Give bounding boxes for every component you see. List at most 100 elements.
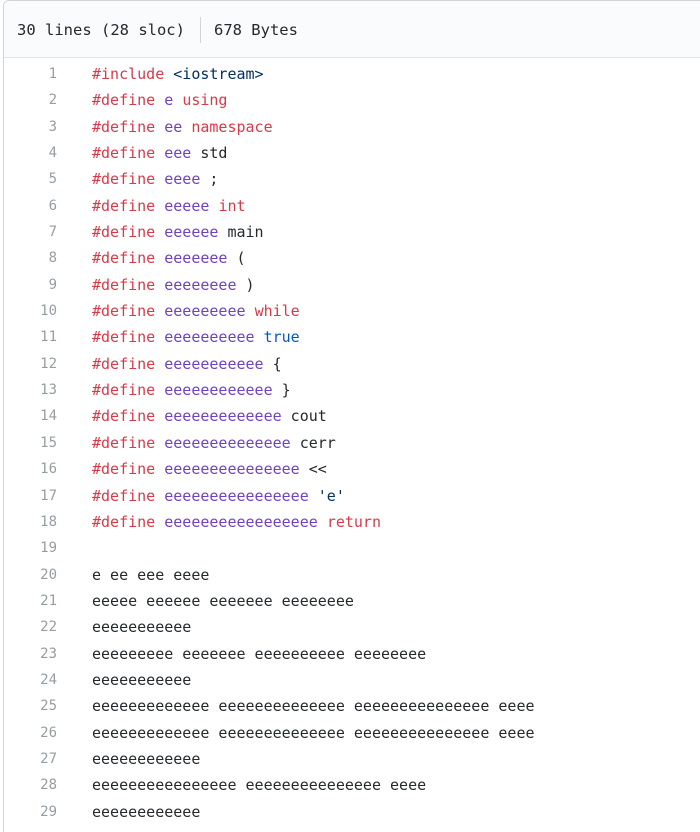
- code-token: cerr: [290, 433, 336, 452]
- line-code: eeeee eeeeee eeeeeee eeeeeeee: [92, 588, 354, 614]
- line-number[interactable]: 11: [4, 324, 57, 350]
- code-token: ee: [164, 117, 183, 136]
- line-number[interactable]: 7: [4, 219, 57, 245]
- code-token: #define: [92, 433, 156, 452]
- line-number[interactable]: 27: [4, 746, 57, 772]
- line-number[interactable]: 12: [4, 351, 57, 377]
- line-number[interactable]: 14: [4, 403, 57, 429]
- code-token: }: [272, 381, 291, 400]
- line-code: #define eeeeeeeeee true: [92, 324, 300, 350]
- line-number[interactable]: 24: [4, 667, 57, 693]
- code-token: while: [254, 302, 300, 321]
- line-code: #define eeeeeeeeeeeeeee <<: [92, 456, 327, 482]
- file-viewer: 30 lines (28 sloc) 678 Bytes 1 #include <…: [3, 0, 700, 832]
- code-line: 8 #define eeeeeee (: [4, 245, 700, 271]
- line-number[interactable]: 8: [4, 245, 57, 271]
- code-line: 27 eeeeeeeeeeee: [4, 746, 700, 772]
- file-info: 30 lines (28 sloc) 678 Bytes: [17, 17, 298, 43]
- code-token: eeeeeeeeee: [164, 328, 255, 347]
- line-number[interactable]: 10: [4, 298, 57, 324]
- line-code: #define eeeeeeeeeeeee cout: [92, 403, 327, 429]
- line-number[interactable]: 18: [4, 509, 57, 535]
- code-token: {: [263, 354, 282, 373]
- line-code: eeeeeeeeeeeeeeee eeeeeeeeeeeeeee eeee: [92, 772, 426, 798]
- file-size-label: 678 Bytes: [213, 21, 298, 39]
- line-number[interactable]: 1: [4, 61, 57, 87]
- line-number[interactable]: 29: [4, 799, 57, 825]
- code-line: 16 #define eeeeeeeeeeeeeee <<: [4, 456, 700, 482]
- line-number[interactable]: 3: [4, 114, 57, 140]
- code-token: eeeeeeeeeeeeeeee eeeeeeeeeeeeeee eeee: [92, 776, 427, 795]
- code-token: eeeeeeeeeeeee eeeeeeeeeeeeee eeeeeeeeeee…: [92, 697, 535, 716]
- line-code: #define eeeeeeeeeeeeeeeee return: [92, 509, 381, 535]
- line-code: eeeeeeeee eeeeeee eeeeeeeeee eeeeeeee: [92, 641, 426, 667]
- code-token: #define: [92, 407, 156, 426]
- line-number[interactable]: 17: [4, 483, 57, 509]
- code-line: 15 #define eeeeeeeeeeeeee cerr: [4, 430, 700, 456]
- code-token: eeeee: [164, 196, 210, 215]
- code-token: eeeeeeeeeeeeeeee: [164, 486, 309, 505]
- line-number[interactable]: 23: [4, 641, 57, 667]
- code-token: #define: [92, 486, 156, 505]
- code-token: e ee eee eeee: [92, 565, 210, 584]
- line-code: eeeeeeeeeeeee eeeeeeeeeeeeee eeeeeeeeeee…: [92, 720, 535, 746]
- line-code: #define eeeeeeee ): [92, 272, 255, 298]
- code-line: 7 #define eeeeee main: [4, 219, 700, 245]
- line-number[interactable]: 28: [4, 772, 57, 798]
- code-token: eeeeeeeeeeee: [92, 802, 201, 821]
- code-token: #define: [92, 91, 156, 110]
- line-number[interactable]: 25: [4, 693, 57, 719]
- line-number[interactable]: 15: [4, 430, 57, 456]
- code-line: 25 eeeeeeeeeeeee eeeeeeeeeeeeee eeeeeeeee…: [4, 693, 700, 719]
- line-number[interactable]: 6: [4, 193, 57, 219]
- line-number[interactable]: 19: [4, 535, 57, 561]
- code-token: ;: [200, 170, 219, 189]
- code-line: 21 eeeee eeeeee eeeeeee eeeeeeee: [4, 588, 700, 614]
- code-token: #define: [92, 512, 156, 531]
- code-token: <<: [299, 460, 327, 479]
- code-token: using: [182, 91, 228, 110]
- code-token: eeeeeeeeeee: [164, 354, 264, 373]
- line-code: #define eeeeeee (: [92, 245, 246, 271]
- line-number[interactable]: 2: [4, 87, 57, 113]
- code-line: 9 #define eeeeeeee ): [4, 272, 700, 298]
- code-token: #define: [92, 354, 156, 373]
- code-token: eeee: [164, 170, 201, 189]
- line-number[interactable]: 4: [4, 140, 57, 166]
- code-token: #define: [92, 381, 156, 400]
- line-code: #define eeeeeeeeeeee }: [92, 377, 291, 403]
- code-line: 14 #define eeeeeeeeeeeee cout: [4, 403, 700, 429]
- line-number[interactable]: 9: [4, 272, 57, 298]
- line-number[interactable]: 22: [4, 614, 57, 640]
- code-token: std: [191, 144, 228, 163]
- code-token: true: [263, 328, 300, 347]
- code-line: 11 #define eeeeeeeeee true: [4, 324, 700, 350]
- line-number[interactable]: 26: [4, 720, 57, 746]
- code-token: (: [227, 249, 246, 268]
- line-number[interactable]: 5: [4, 166, 57, 192]
- line-number[interactable]: 21: [4, 588, 57, 614]
- code-token: eeeeeeeeeee: [92, 618, 192, 637]
- line-number[interactable]: 16: [4, 456, 57, 482]
- line-number[interactable]: 20: [4, 562, 57, 588]
- line-code: #define eeeeeeeeeeeeeeee 'e': [92, 483, 345, 509]
- code-token: e: [164, 91, 174, 110]
- line-number[interactable]: 13: [4, 377, 57, 403]
- code-token: #define: [92, 275, 156, 294]
- code-token: #define: [92, 117, 156, 136]
- code-line: 24 eeeeeeeeeee: [4, 667, 700, 693]
- code-token: int: [218, 196, 246, 215]
